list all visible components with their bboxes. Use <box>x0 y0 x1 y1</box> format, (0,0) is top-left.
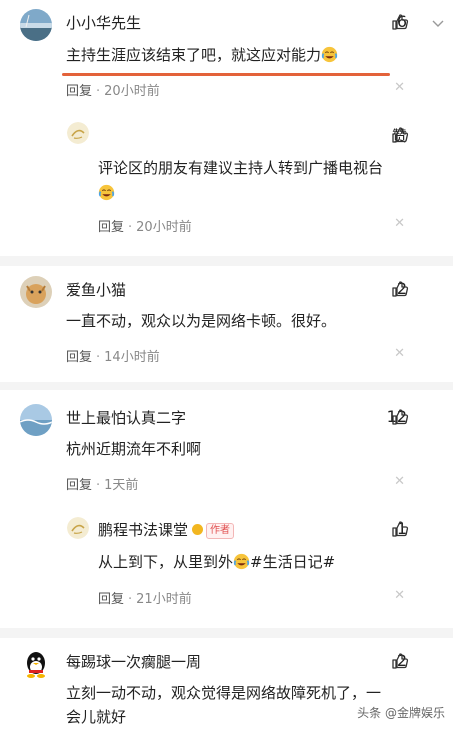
avatar[interactable] <box>20 648 52 680</box>
avatar[interactable] <box>20 9 52 41</box>
verified-badge-icon <box>192 524 204 535</box>
commenter-name[interactable]: 爱鱼小猫 <box>66 279 126 300</box>
reply-text-line-1: 评论区的朋友有建议主持人转到广播电视台 <box>98 159 384 177</box>
reply-text-line-2 <box>98 180 115 207</box>
timestamp: 21小时前 <box>136 592 192 607</box>
close-icon[interactable]: ✕ <box>394 588 405 603</box>
reply-button[interactable]: 回复 <box>98 592 124 607</box>
comment-meta: 回复 · 14小时前 <box>66 350 160 365</box>
reply-text: 从上到下，从里到外 #生活日记# <box>98 553 336 571</box>
thumbs-up-icon[interactable] <box>391 408 409 426</box>
section-divider <box>0 628 453 638</box>
comment-3: 世上最怕认真二字 12 杭州近期流年不利啊 回复 · 1天前 ✕ <box>0 392 453 507</box>
comment-text: 杭州近期流年不利啊 <box>66 440 202 458</box>
close-icon[interactable]: ✕ <box>394 216 405 231</box>
comment-text-line-2: 会儿就好 <box>66 708 127 726</box>
timestamp: 14小时前 <box>104 350 160 365</box>
thumbs-up-icon[interactable] <box>391 280 409 298</box>
comment-text-line-1: 立刻一动不动，观众觉得是网络故障死机了，一 <box>66 684 382 702</box>
timestamp: 20小时前 <box>104 84 160 99</box>
comment-meta: 回复 · 20小时前 <box>66 84 160 99</box>
avatar[interactable] <box>20 404 52 436</box>
laughing-crying-emoji-icon <box>233 553 250 570</box>
commenter-name: 鹏程书法课堂 作者 <box>98 519 235 540</box>
thumbs-up-icon[interactable] <box>391 13 409 31</box>
author-name[interactable]: 鹏程书法课堂 <box>98 521 188 539</box>
thumbs-up-icon[interactable] <box>391 126 409 144</box>
comment-meta: 回复 · 1天前 <box>66 478 139 493</box>
close-icon[interactable]: ✕ <box>394 346 405 361</box>
reply-3: 鹏程书法课堂 作者 1 从上到下，从里到外 #生活日记# 回复 · 21小时前 ✕ <box>0 507 453 627</box>
thumbs-up-icon[interactable] <box>391 652 409 670</box>
section-divider <box>0 256 453 266</box>
thumbs-up-icon[interactable] <box>391 520 409 538</box>
reply-button[interactable]: 回复 <box>66 350 92 365</box>
comment-2: 爱鱼小猫 2 一直不动，观众以为是网络卡顿。很好。 回复 · 14小时前 ✕ <box>0 266 453 376</box>
reply-meta: 回复 · 21小时前 <box>98 592 192 607</box>
commenter-name[interactable]: 小小华先生 <box>66 12 141 33</box>
chevron-down-icon[interactable] <box>429 15 447 33</box>
reply-1: 赞 评论区的朋友有建议主持人转到广播电视台 回复 · 20小时前 ✕ <box>0 100 453 250</box>
comment-1: 小小华先生 6 主持生涯应该结束了吧，就这应对能力 回复 · 20小时前 ✕ <box>0 0 453 100</box>
reply-button[interactable]: 回复 <box>66 84 92 99</box>
author-badge: 作者 <box>206 523 235 539</box>
reply-button[interactable]: 回复 <box>66 478 92 493</box>
commenter-name[interactable]: 每踢球一次瘸腿一周 <box>66 651 201 672</box>
laughing-crying-emoji-icon <box>321 46 338 63</box>
reply-meta: 回复 · 20小时前 <box>98 220 192 235</box>
timestamp: 20小时前 <box>136 220 192 235</box>
close-icon[interactable]: ✕ <box>394 80 405 95</box>
avatar[interactable] <box>20 276 52 308</box>
avatar[interactable] <box>67 517 89 539</box>
close-icon[interactable]: ✕ <box>394 474 405 489</box>
watermark: 头条 @金牌娱乐 <box>357 706 445 720</box>
hashtag-link[interactable]: #生活日记# <box>250 553 335 571</box>
comment-text: 主持生涯应该结束了吧，就这应对能力 <box>66 42 338 69</box>
commenter-name[interactable]: 世上最怕认真二字 <box>66 407 186 428</box>
timestamp: 1天前 <box>104 478 139 493</box>
laughing-crying-emoji-icon <box>98 184 115 201</box>
comment-text: 一直不动，观众以为是网络卡顿。很好。 <box>66 312 337 330</box>
section-divider <box>0 382 453 390</box>
avatar[interactable] <box>67 122 89 144</box>
highlight-underline <box>62 73 390 76</box>
reply-button[interactable]: 回复 <box>98 220 124 235</box>
